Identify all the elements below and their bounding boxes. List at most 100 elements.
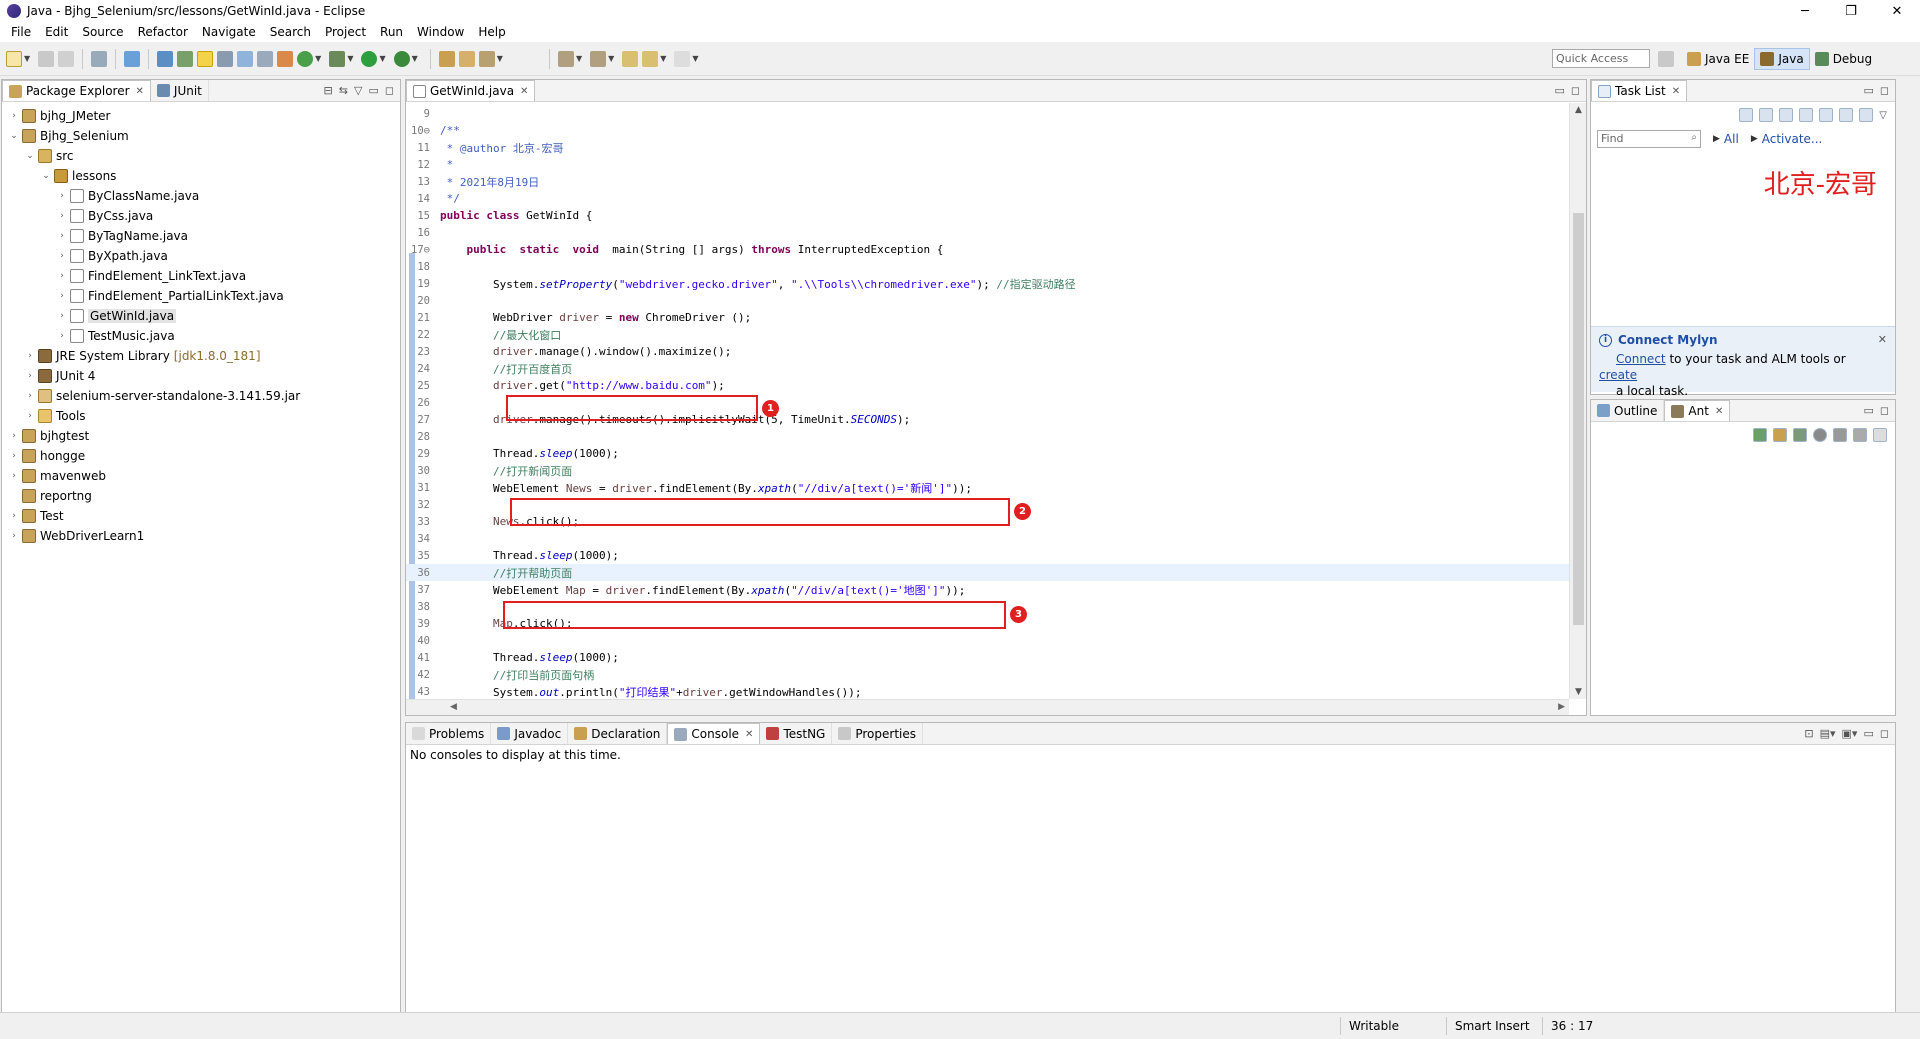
- connect-link[interactable]: Connect: [1616, 352, 1666, 366]
- maximize-view-icon[interactable]: ◻: [1880, 84, 1889, 97]
- tree-item[interactable]: ⌄ Bjhg_Selenium: [2, 126, 400, 146]
- editor-vertical-scrollbar[interactable]: ▲ ▼: [1569, 103, 1586, 699]
- code-text[interactable]: * @author 北京-宏哥: [436, 140, 564, 156]
- code-text[interactable]: /**: [436, 124, 460, 137]
- next-annotation-icon[interactable]: [217, 50, 234, 67]
- tree-item[interactable]: › selenium-server-standalone-3.141.59.jar: [2, 386, 400, 406]
- chevron-right-icon[interactable]: ›: [56, 251, 68, 261]
- categorized-icon[interactable]: [1759, 108, 1774, 122]
- code-line[interactable]: 23 driver.manage().window().maximize();: [406, 343, 1569, 360]
- prev-edit-dropdown-icon[interactable]: ▼: [608, 54, 614, 63]
- code-text[interactable]: //打印当前页面句柄: [436, 667, 594, 683]
- run-dropdown-icon[interactable]: ▼: [379, 54, 385, 63]
- code-text[interactable]: //打开百度首页: [436, 361, 572, 377]
- tree-item[interactable]: reportng: [2, 486, 400, 506]
- scroll-thumb[interactable]: [1573, 213, 1584, 625]
- code-line[interactable]: 20: [406, 292, 1569, 309]
- perspective-debug[interactable]: Debug: [1810, 48, 1877, 70]
- minimize-button[interactable]: ─: [1782, 0, 1828, 22]
- code-line[interactable]: 30 //打开新闻页面: [406, 462, 1569, 479]
- code-text[interactable]: //最大化窗口: [436, 327, 561, 343]
- new-task-icon[interactable]: [1739, 108, 1754, 122]
- toggle-breakpoint-icon[interactable]: [157, 50, 174, 67]
- close-icon[interactable]: ✕: [136, 86, 144, 97]
- chevron-right-icon[interactable]: ›: [8, 531, 20, 541]
- code-text[interactable]: Thread.sleep(1000);: [436, 447, 619, 460]
- code-line[interactable]: 29 Thread.sleep(1000);: [406, 445, 1569, 462]
- code-text[interactable]: //打开帮助页面: [436, 565, 572, 581]
- save-all-icon[interactable]: [58, 50, 75, 67]
- minimize-view-icon[interactable]: ▭: [1863, 404, 1873, 417]
- new-icon[interactable]: [6, 50, 22, 67]
- focus-icon[interactable]: [1859, 108, 1874, 122]
- chevron-down-icon[interactable]: ⌄: [8, 131, 20, 141]
- sync-icon[interactable]: [1799, 108, 1814, 122]
- code-line[interactable]: 35 Thread.sleep(1000);: [406, 547, 1569, 564]
- hide-internal-icon[interactable]: [1793, 428, 1807, 442]
- scroll-down-icon[interactable]: ▼: [1570, 687, 1587, 697]
- tab-javadoc[interactable]: Javadoc: [491, 723, 569, 744]
- tree-item[interactable]: › FindElement_LinkText.java: [2, 266, 400, 286]
- code-line[interactable]: 43 System.out.println("打印结果"+driver.getW…: [406, 683, 1569, 700]
- show-whitespace-icon[interactable]: [257, 50, 274, 67]
- chevron-right-icon[interactable]: ›: [56, 331, 68, 341]
- terminal-icon[interactable]: [124, 50, 141, 67]
- open-perspective-icon[interactable]: [1658, 51, 1674, 67]
- maximize-view-icon[interactable]: ◻: [1880, 727, 1889, 740]
- pin-console-icon[interactable]: ⊡: [1804, 727, 1813, 740]
- code-line[interactable]: 14 */: [406, 190, 1569, 207]
- scroll-right-icon[interactable]: ▶: [1558, 702, 1565, 712]
- code-text[interactable]: driver.get("http://www.baidu.com");: [436, 379, 725, 392]
- tab-testng[interactable]: TestNG: [760, 723, 833, 744]
- code-line[interactable]: 12 *: [406, 156, 1569, 173]
- collapse-all-icon[interactable]: ⊟: [324, 84, 333, 97]
- minimize-view-icon[interactable]: ▭: [1554, 84, 1564, 97]
- save-icon[interactable]: [38, 50, 55, 67]
- code-line[interactable]: 19 System.setProperty("webdriver.gecko.d…: [406, 275, 1569, 292]
- code-line[interactable]: 25 driver.get("http://www.baidu.com");: [406, 377, 1569, 394]
- tab-ant[interactable]: Ant ✕: [1664, 400, 1731, 421]
- remove-all-icon[interactable]: [1853, 428, 1867, 442]
- prev-edit-icon[interactable]: [590, 50, 607, 67]
- remove-icon[interactable]: [1833, 428, 1847, 442]
- maximize-button[interactable]: ❐: [1828, 0, 1874, 22]
- close-icon[interactable]: ✕: [1715, 406, 1723, 417]
- collapse-all-icon[interactable]: [1839, 108, 1854, 122]
- menu-help[interactable]: Help: [471, 25, 512, 39]
- code-editor[interactable]: 9 10⊖/** 11 * @author 北京-宏哥 12 * 13 * 2021年8…: [406, 103, 1586, 715]
- back-dropdown-icon[interactable]: ▼: [660, 54, 666, 63]
- activate-link[interactable]: Activate...: [1762, 132, 1823, 146]
- tree-item[interactable]: › bjhg_JMeter: [2, 106, 400, 126]
- view-menu-icon[interactable]: ▽: [1879, 110, 1887, 121]
- external-tools-dropdown-icon[interactable]: ▼: [412, 54, 418, 63]
- code-line[interactable]: 13 * 2021年8月19日: [406, 173, 1569, 190]
- back-icon[interactable]: [642, 50, 659, 67]
- tab-console[interactable]: Console ✕: [667, 723, 761, 744]
- chevron-down-icon[interactable]: ⌄: [24, 151, 36, 161]
- last-edit-icon[interactable]: [622, 50, 639, 67]
- code-line[interactable]: 11 * @author 北京-宏哥: [406, 139, 1569, 156]
- tab-problems[interactable]: Problems: [406, 723, 492, 744]
- chevron-right-icon[interactable]: ›: [24, 411, 36, 421]
- all-link[interactable]: All: [1724, 132, 1739, 146]
- code-text[interactable]: driver.manage().window().maximize();: [436, 345, 731, 358]
- editor-tab[interactable]: GetWinId.java ✕: [406, 80, 536, 101]
- code-line[interactable]: 31 WebElement News = driver.findElement(…: [406, 479, 1569, 496]
- code-line[interactable]: 34: [406, 530, 1569, 547]
- forward-dropdown-icon[interactable]: ▼: [692, 54, 698, 63]
- tree-item[interactable]: › Tools: [2, 406, 400, 426]
- chevron-right-icon[interactable]: ›: [8, 431, 20, 441]
- tree-item[interactable]: › FindElement_PartialLinkText.java: [2, 286, 400, 306]
- search-icon[interactable]: [478, 50, 495, 67]
- tree-item[interactable]: › WebDriverLearn1: [2, 526, 400, 546]
- perspective-java[interactable]: Java: [1754, 48, 1810, 70]
- search-dropdown-icon[interactable]: ▼: [497, 54, 503, 63]
- minimize-view-icon[interactable]: ▭: [368, 84, 378, 97]
- tree-item[interactable]: › JUnit 4: [2, 366, 400, 386]
- minimize-view-icon[interactable]: ▭: [1863, 84, 1873, 97]
- collapse-icon[interactable]: [1873, 428, 1887, 442]
- menu-search[interactable]: Search: [263, 25, 318, 39]
- menu-project[interactable]: Project: [318, 25, 373, 39]
- run-icon[interactable]: [361, 50, 378, 67]
- scroll-up-icon[interactable]: ▲: [1570, 105, 1587, 115]
